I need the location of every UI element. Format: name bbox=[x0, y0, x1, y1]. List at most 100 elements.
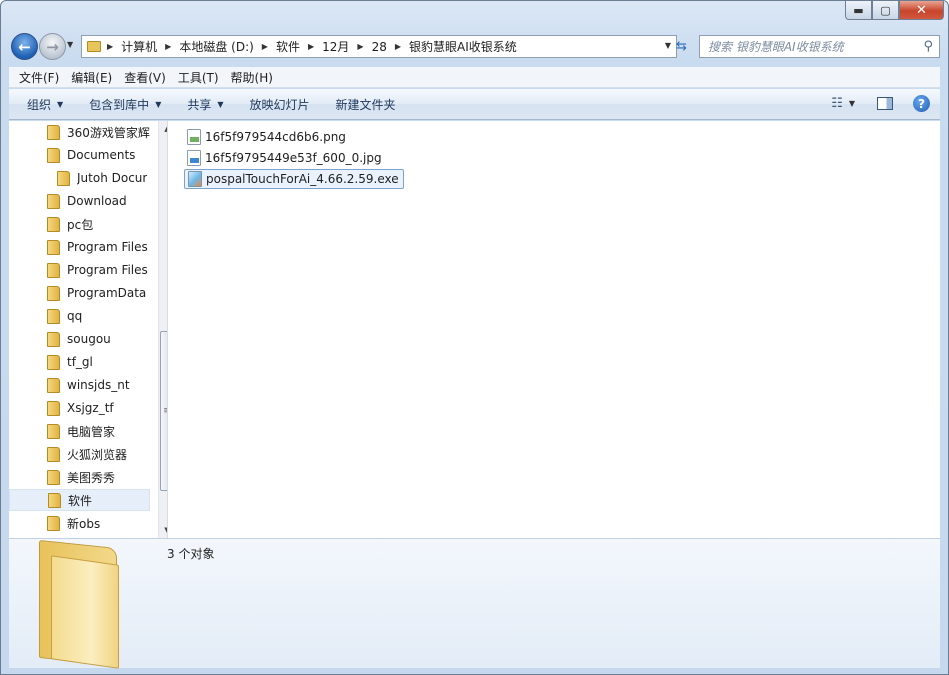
nav-tree-item[interactable]: sougou bbox=[9, 328, 150, 350]
arrow-right-icon: → bbox=[46, 37, 59, 56]
explorer-window: ▬ ▢ ✕ ← → ▼ ▶ 计算机 ▶ 本地磁盘 (D:) ▶ 软件 ▶ 12月… bbox=[0, 0, 949, 675]
chevron-right-icon[interactable]: ▶ bbox=[107, 42, 113, 51]
menu-tools[interactable]: 工具(T) bbox=[172, 69, 225, 86]
folder-icon bbox=[47, 285, 60, 301]
file-item-exe[interactable]: pospalTouchForAi_4.66.2.59.exe bbox=[184, 169, 404, 189]
preview-pane-icon[interactable] bbox=[877, 97, 893, 110]
search-placeholder: 搜索 银豹慧眼AI收银系统 bbox=[708, 40, 844, 54]
refresh-icon: ⇆ bbox=[676, 39, 687, 54]
nav-scrollbar[interactable]: ▲ ≡ ▼ bbox=[158, 121, 167, 538]
chevron-right-icon[interactable]: ▶ bbox=[262, 42, 268, 51]
nav-tree-item[interactable]: winsjds_nt bbox=[9, 374, 150, 396]
chevron-down-icon: ▼ bbox=[217, 99, 224, 109]
change-view-icon[interactable]: ☷ bbox=[831, 96, 843, 111]
nav-tree-item[interactable]: 电脑管家 bbox=[9, 420, 150, 442]
nav-tree-label: Xsjgz_tf bbox=[67, 401, 114, 415]
scroll-up-icon[interactable]: ▲ bbox=[159, 121, 167, 137]
menu-help[interactable]: 帮助(H) bbox=[225, 69, 279, 86]
nav-tree-item[interactable]: tf_gl bbox=[9, 351, 150, 373]
folder-icon bbox=[47, 239, 60, 255]
nav-tree-label: qq bbox=[67, 309, 83, 323]
file-name: 16f5f9795449e53f_600_0.jpg bbox=[205, 151, 382, 165]
file-list-pane: 16f5f979544cd6b6.png 16f5f9795449e53f_60… bbox=[168, 121, 940, 538]
maximize-button[interactable]: ▢ bbox=[872, 1, 899, 20]
breadcrumb-current-folder[interactable]: 银豹慧眼AI收银系统 bbox=[409, 38, 517, 55]
nav-tree-label: 火狐浏览器 bbox=[67, 447, 128, 462]
large-folder-icon bbox=[35, 539, 155, 669]
details-pane: 3 个对象 bbox=[9, 538, 940, 669]
address-bar[interactable]: ▶ 计算机 ▶ 本地磁盘 (D:) ▶ 软件 ▶ 12月 ▶ 28 ▶ 银豹慧眼… bbox=[81, 35, 677, 58]
chevron-right-icon[interactable]: ▶ bbox=[165, 42, 171, 51]
chevron-right-icon[interactable]: ▶ bbox=[357, 42, 363, 51]
refresh-button[interactable]: ⇆ bbox=[669, 35, 694, 58]
breadcrumb-software[interactable]: 软件 bbox=[276, 38, 300, 55]
folder-icon bbox=[47, 400, 60, 416]
help-icon[interactable]: ? bbox=[913, 95, 930, 112]
nav-tree-item[interactable]: Jutoh Docur bbox=[9, 167, 150, 189]
caption-buttons: ▬ ▢ ✕ bbox=[845, 1, 944, 20]
nav-tree-item[interactable]: Download bbox=[9, 190, 150, 212]
folder-icon bbox=[47, 354, 60, 370]
nav-tree-label: Program Files bbox=[67, 240, 148, 254]
folder-icon bbox=[47, 193, 60, 209]
nav-tree-label: pc包 bbox=[67, 217, 94, 232]
nav-tree-label: Documents bbox=[67, 148, 136, 162]
breadcrumb-drive-d[interactable]: 本地磁盘 (D:) bbox=[179, 38, 253, 55]
nav-tree-item[interactable]: 美图秀秀 bbox=[9, 466, 150, 488]
nav-tree-item[interactable]: qq bbox=[9, 305, 150, 327]
command-bar: 组织 ▼ 包含到库中 ▼ 共享 ▼ 放映幻灯片 新建文件夹 ☷ ▼ ? bbox=[9, 89, 940, 120]
nav-tree-item[interactable]: 新obs bbox=[9, 512, 150, 534]
forward-button[interactable]: → bbox=[39, 33, 66, 60]
nav-tree-label: 软件 bbox=[68, 493, 93, 508]
chevron-right-icon[interactable]: ▶ bbox=[308, 42, 314, 51]
nav-tree-label: 新obs bbox=[67, 516, 101, 531]
minimize-button[interactable]: ▬ bbox=[845, 1, 872, 20]
slideshow-button[interactable]: 放映幻灯片 bbox=[242, 96, 318, 113]
nav-tree-item[interactable]: 360游戏管家辉 bbox=[9, 121, 150, 143]
nav-tree-label: ProgramData bbox=[67, 286, 147, 300]
toolbar-right-group: ☷ ▼ ? bbox=[831, 95, 930, 112]
breadcrumb-computer[interactable]: 计算机 bbox=[121, 38, 157, 55]
scrollbar-thumb[interactable]: ≡ bbox=[160, 331, 167, 491]
recent-pages-dropdown[interactable]: ▼ bbox=[67, 40, 73, 49]
png-file-icon bbox=[187, 129, 201, 145]
folder-icon bbox=[47, 331, 60, 347]
include-in-library-button[interactable]: 包含到库中 ▼ bbox=[81, 96, 169, 113]
menu-view[interactable]: 查看(V) bbox=[118, 69, 172, 86]
nav-tree-item[interactable]: Program Files bbox=[9, 236, 150, 258]
search-input[interactable]: 搜索 银豹慧眼AI收银系统 ⚲ bbox=[699, 35, 940, 58]
nav-tree-item[interactable]: pc包 bbox=[9, 213, 150, 235]
include-in-library-label: 包含到库中 bbox=[89, 97, 150, 112]
item-count: 3 个对象 bbox=[167, 547, 215, 561]
nav-tree-item[interactable]: 软件 bbox=[9, 489, 150, 511]
back-button[interactable]: ← bbox=[11, 33, 38, 60]
new-folder-button[interactable]: 新建文件夹 bbox=[328, 96, 404, 113]
close-button[interactable]: ✕ bbox=[899, 1, 944, 20]
nav-tree-item[interactable]: Program Files bbox=[9, 259, 150, 281]
chevron-right-icon[interactable]: ▶ bbox=[395, 42, 401, 51]
breadcrumb-28[interactable]: 28 bbox=[372, 40, 387, 54]
nav-tree-item[interactable]: 火狐浏览器 bbox=[9, 443, 150, 465]
breadcrumb-december[interactable]: 12月 bbox=[322, 38, 349, 55]
file-name: pospalTouchForAi_4.66.2.59.exe bbox=[206, 172, 399, 186]
scroll-down-icon[interactable]: ▼ bbox=[159, 522, 167, 538]
nav-tree-label: sougou bbox=[67, 332, 111, 346]
file-item-jpg[interactable]: 16f5f9795449e53f_600_0.jpg bbox=[184, 148, 386, 168]
nav-tree-item[interactable]: ProgramData bbox=[9, 282, 150, 304]
file-item-png[interactable]: 16f5f979544cd6b6.png bbox=[184, 127, 350, 147]
nav-tree-item[interactable]: Documents bbox=[9, 144, 150, 166]
search-icon[interactable]: ⚲ bbox=[923, 39, 933, 54]
organize-button[interactable]: 组织 ▼ bbox=[19, 96, 71, 113]
menu-file[interactable]: 文件(F) bbox=[13, 69, 65, 86]
nav-tree-item[interactable]: Xsjgz_tf bbox=[9, 397, 150, 419]
folder-icon bbox=[47, 469, 60, 485]
share-button[interactable]: 共享 ▼ bbox=[179, 96, 231, 113]
chevron-down-icon[interactable]: ▼ bbox=[849, 99, 855, 108]
navigation-pane: 360游戏管家辉 Documents Jutoh Docur Download pc包 P… bbox=[9, 121, 167, 538]
nav-tree-label: tf_gl bbox=[67, 355, 93, 369]
nav-tree-label: Download bbox=[67, 194, 127, 208]
menu-edit[interactable]: 编辑(E) bbox=[65, 69, 118, 86]
folder-icon bbox=[47, 423, 60, 439]
folder-icon bbox=[57, 170, 70, 186]
folder-icon bbox=[47, 262, 60, 278]
